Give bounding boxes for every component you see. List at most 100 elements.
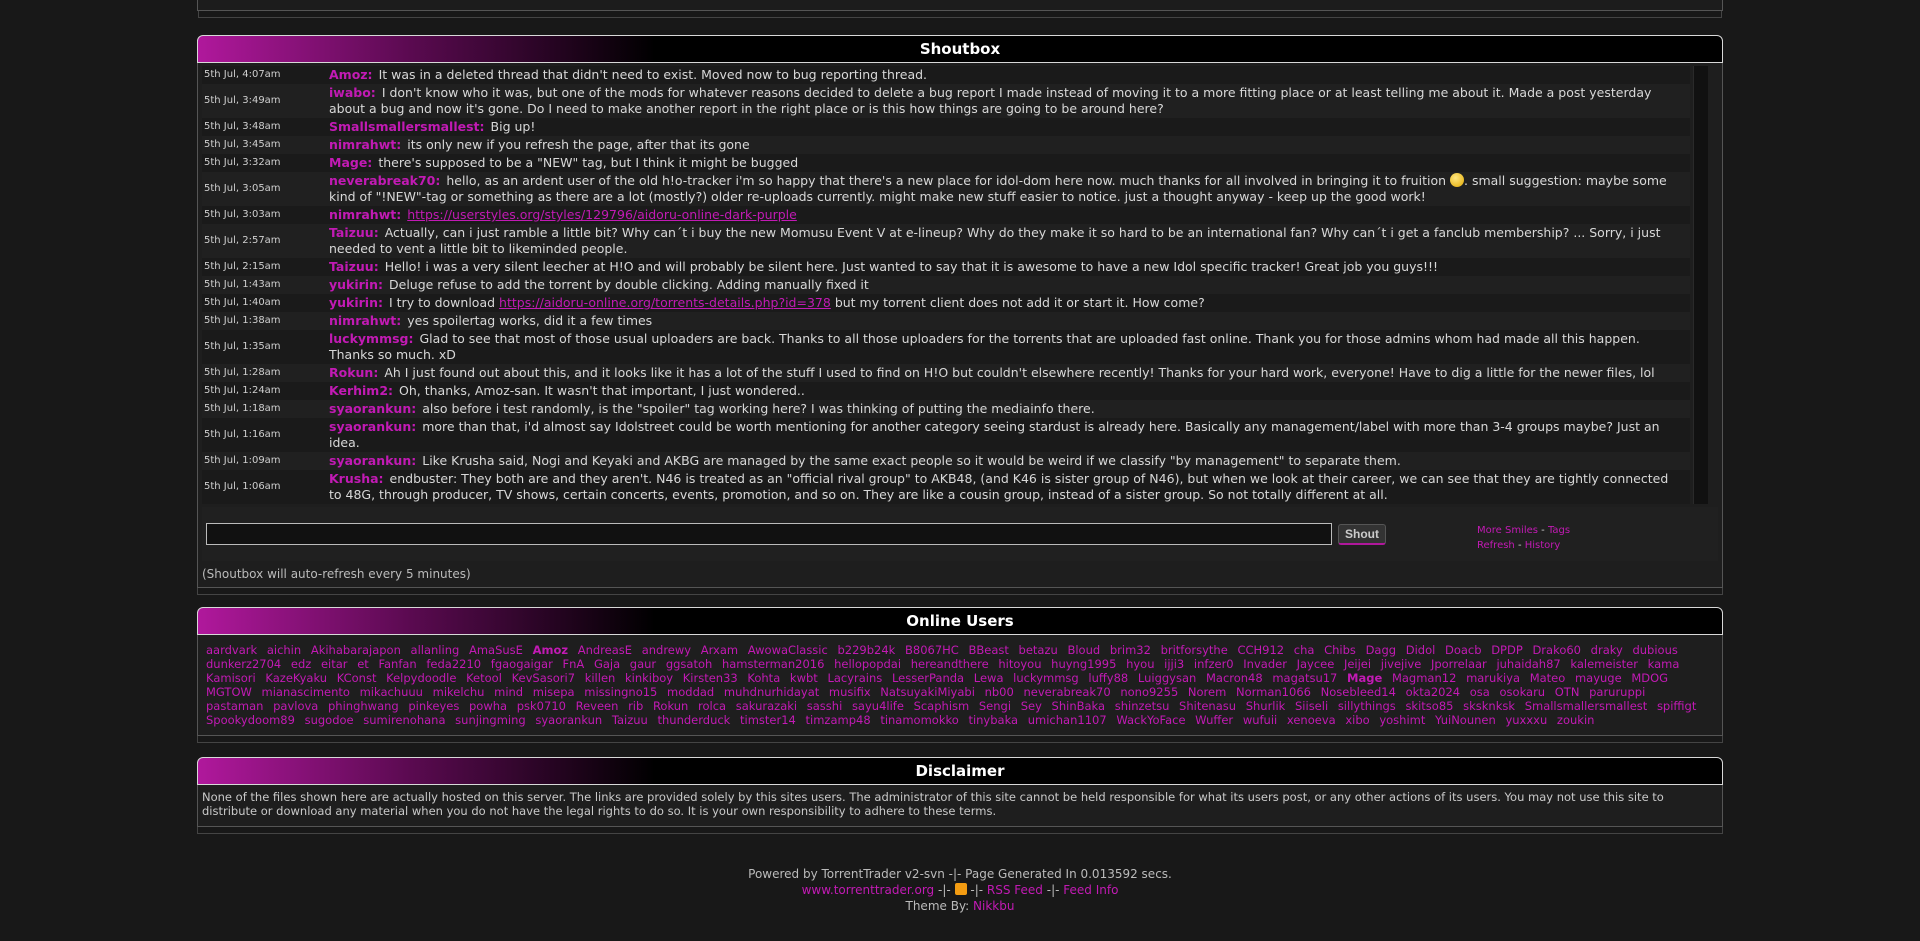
online-user-link[interactable]: Norem — [1188, 685, 1226, 699]
online-user-link[interactable]: huyng1995 — [1051, 657, 1116, 671]
online-user-link[interactable]: kwbt — [790, 671, 818, 685]
online-user-link[interactable]: hereandthere — [911, 657, 989, 671]
online-user-link[interactable]: luckymmsg — [1013, 671, 1079, 685]
online-user-link[interactable]: Akihabarajapon — [311, 643, 401, 657]
shout-username[interactable]: neverabreak70: — [329, 173, 440, 188]
online-user-link[interactable]: muhdnurhidayat — [724, 685, 819, 699]
online-user-link[interactable]: pastaman — [206, 699, 263, 713]
online-user-link[interactable]: CCH912 — [1237, 643, 1284, 657]
online-user-link[interactable]: hellopopdai — [834, 657, 901, 671]
online-user-link[interactable]: Macron48 — [1206, 671, 1263, 685]
online-user-link[interactable]: Sengi — [979, 699, 1011, 713]
online-user-link[interactable]: okta2024 — [1406, 685, 1461, 699]
online-user-link[interactable]: pinkeyes — [408, 699, 459, 713]
online-user-link[interactable]: aardvark — [206, 643, 257, 657]
online-user-link[interactable]: ggsatoh — [666, 657, 712, 671]
online-user-link[interactable]: kalemeister — [1570, 657, 1638, 671]
online-user-link[interactable]: allanling — [411, 643, 460, 657]
more-smiles-link[interactable]: More Smiles — [1477, 525, 1538, 536]
online-user-link[interactable]: NatsuyakiMiyabi — [880, 685, 975, 699]
online-user-link[interactable]: musifix — [829, 685, 871, 699]
online-user-link[interactable]: Fanfan — [378, 657, 416, 671]
torrenttrader-link[interactable]: www.torrenttrader.org — [802, 883, 935, 897]
online-user-link[interactable]: Kamisori — [206, 671, 256, 685]
online-user-link[interactable]: AwowaClassic — [748, 643, 828, 657]
online-user-link[interactable]: Kohta — [747, 671, 780, 685]
rss-icon[interactable] — [954, 883, 967, 895]
online-user-link[interactable]: sillythings — [1338, 699, 1396, 713]
online-user-link[interactable]: Shurlik — [1246, 699, 1286, 713]
shout-link[interactable]: https://userstyles.org/styles/129796/aid… — [407, 207, 797, 222]
shout-scrollbar[interactable] — [1693, 66, 1708, 504]
online-user-link[interactable]: hamsterman2016 — [722, 657, 824, 671]
online-user-link[interactable]: OTN — [1555, 685, 1580, 699]
online-user-link[interactable]: killen — [585, 671, 616, 685]
shout-input[interactable] — [206, 523, 1332, 545]
online-user-link[interactable]: kinkiboy — [625, 671, 673, 685]
online-user-link[interactable]: Jeijei — [1344, 657, 1371, 671]
online-user-link[interactable]: tinybaka — [968, 713, 1018, 727]
online-user-link[interactable]: Rokun — [653, 699, 688, 713]
online-user-link[interactable]: aichin — [267, 643, 301, 657]
online-user-link[interactable]: infzer0 — [1194, 657, 1234, 671]
online-user-link[interactable]: phinghwang — [328, 699, 399, 713]
online-user-link[interactable]: b229b24k — [837, 643, 895, 657]
online-user-link[interactable]: syaorankun — [535, 713, 602, 727]
online-user-link[interactable]: hitoyou — [998, 657, 1041, 671]
online-user-link[interactable]: cha — [1294, 643, 1315, 657]
online-user-link[interactable]: ShinBaka — [1052, 699, 1106, 713]
online-user-link[interactable]: Gaja — [594, 657, 620, 671]
online-user-link[interactable]: moddad — [667, 685, 714, 699]
online-user-link[interactable]: sumirenohana — [363, 713, 445, 727]
online-user-link[interactable]: Invader — [1243, 657, 1287, 671]
online-user-link[interactable]: juhaidah87 — [1496, 657, 1560, 671]
online-user-link[interactable]: magatsu17 — [1272, 671, 1337, 685]
shout-username[interactable]: iwabo: — [329, 85, 376, 100]
online-user-link[interactable]: Doacb — [1445, 643, 1482, 657]
online-user-link[interactable]: Kelpydoodle — [386, 671, 456, 685]
shout-button[interactable]: Shout — [1338, 523, 1386, 545]
online-user-link[interactable]: jivejive — [1381, 657, 1422, 671]
online-user-link[interactable]: britforsythe — [1161, 643, 1228, 657]
online-user-link[interactable]: B8067HC — [905, 643, 959, 657]
online-user-link[interactable]: Taizuu — [612, 713, 648, 727]
online-user-link[interactable]: Wuffer — [1195, 713, 1233, 727]
online-user-link[interactable]: nono9255 — [1120, 685, 1178, 699]
online-user-link[interactable]: KevSasori7 — [512, 671, 575, 685]
online-user-link[interactable]: Kirsten33 — [683, 671, 738, 685]
online-user-link[interactable]: fgaogaigar — [491, 657, 553, 671]
online-user-link[interactable]: Magman12 — [1392, 671, 1456, 685]
shout-username[interactable]: nimrahwt: — [329, 313, 401, 328]
online-user-link[interactable]: mikachuuu — [360, 685, 423, 699]
online-user-link[interactable]: osokaru — [1500, 685, 1546, 699]
feed-info-link[interactable]: Feed Info — [1063, 883, 1118, 897]
online-user-link[interactable]: YuiNounen — [1435, 713, 1496, 727]
history-link[interactable]: History — [1525, 540, 1561, 551]
online-user-link[interactable]: LesserPanda — [892, 671, 964, 685]
online-user-link[interactable]: FnA — [563, 657, 585, 671]
online-user-link[interactable]: Reveen — [576, 699, 619, 713]
online-user-link[interactable]: et — [357, 657, 369, 671]
online-user-link[interactable]: wufuii — [1243, 713, 1277, 727]
online-user-link[interactable]: eitar — [321, 657, 348, 671]
online-user-link[interactable]: thunderduck — [658, 713, 731, 727]
online-user-link[interactable]: gaur — [630, 657, 656, 671]
online-user-link[interactable]: osa — [1470, 685, 1490, 699]
shout-username[interactable]: nimrahwt: — [329, 207, 401, 222]
online-user-link[interactable]: feda2210 — [426, 657, 481, 671]
online-user-link[interactable]: kama — [1648, 657, 1680, 671]
online-user-link[interactable]: BBeast — [968, 643, 1008, 657]
shout-username[interactable]: Taizuu: — [329, 225, 379, 240]
online-user-link[interactable]: Mage — [1347, 671, 1382, 685]
online-user-link[interactable]: mayuge — [1575, 671, 1622, 685]
online-user-link[interactable]: edz — [291, 657, 311, 671]
online-user-link[interactable]: skitso85 — [1405, 699, 1453, 713]
online-user-link[interactable]: nb00 — [985, 685, 1014, 699]
online-user-link[interactable]: sunjingming — [455, 713, 526, 727]
online-user-link[interactable]: luffy88 — [1088, 671, 1128, 685]
shout-username[interactable]: Rokun: — [329, 365, 378, 380]
online-user-link[interactable]: zoukin — [1557, 713, 1595, 727]
online-user-link[interactable]: Lacyrains — [827, 671, 882, 685]
shout-username[interactable]: Krusha: — [329, 471, 384, 486]
online-user-link[interactable]: brim32 — [1110, 643, 1151, 657]
